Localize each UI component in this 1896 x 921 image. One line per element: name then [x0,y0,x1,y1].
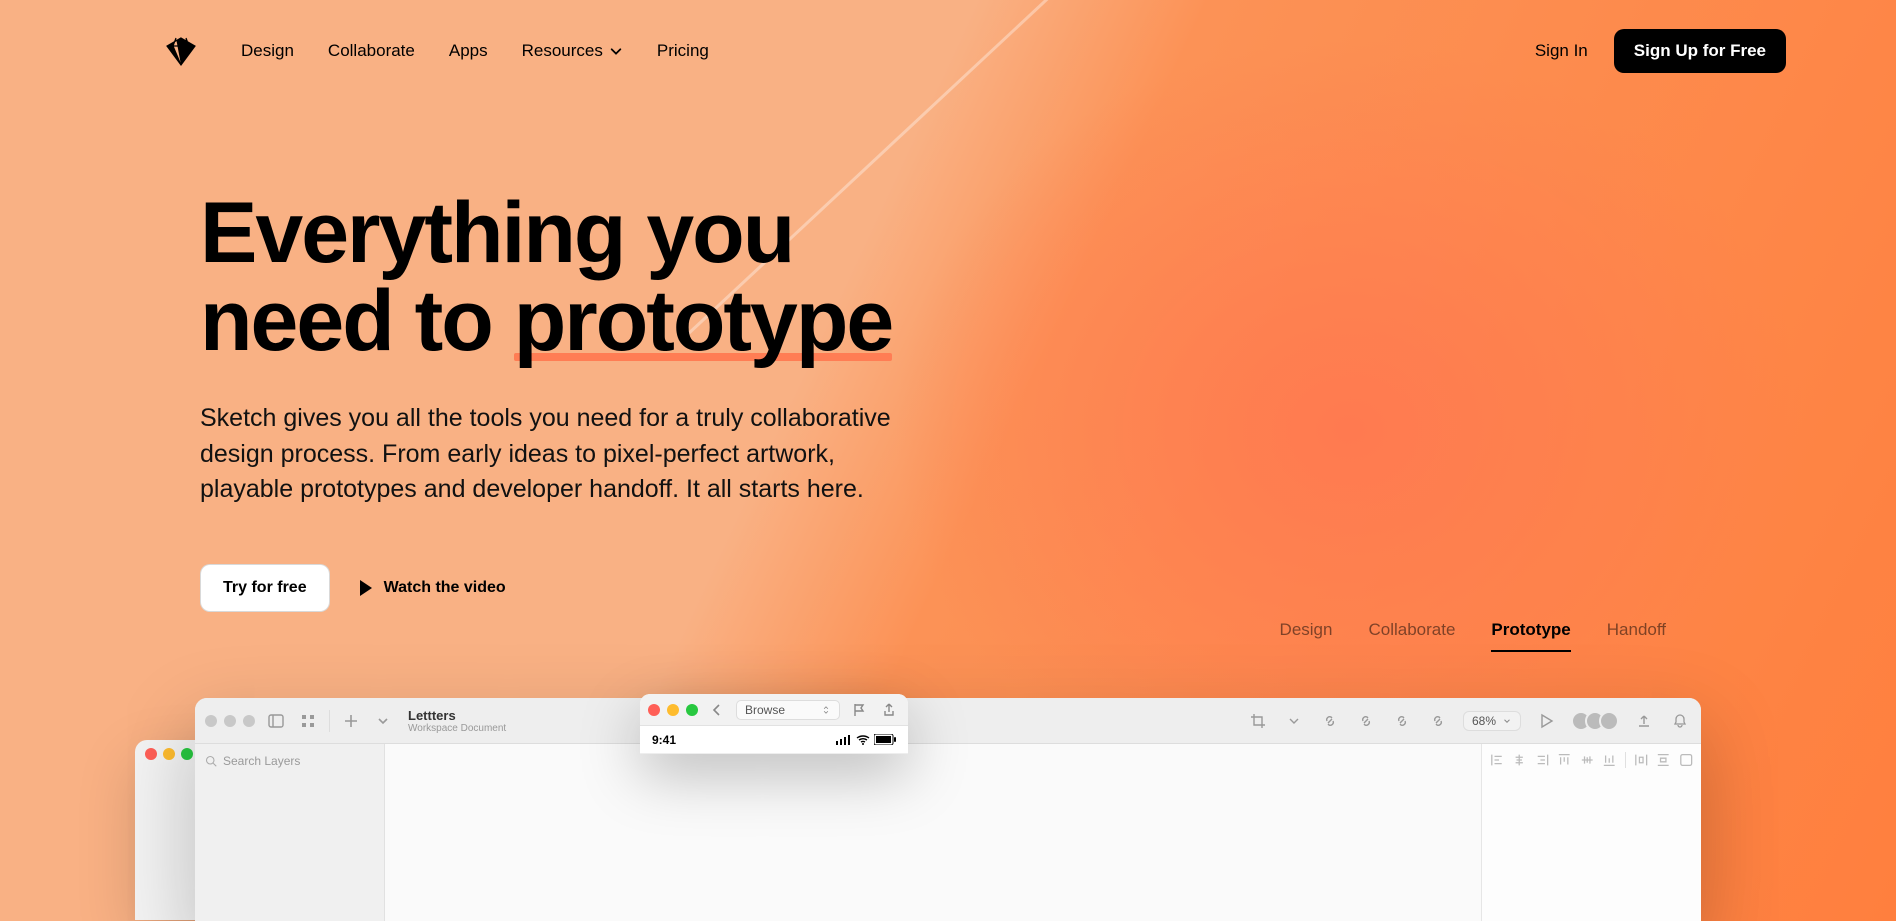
chevron-down-icon[interactable] [372,710,394,732]
doc-name: Lettters [408,708,506,723]
align-center-icon[interactable] [1512,752,1526,768]
sidebar-toggle-icon[interactable] [265,710,287,732]
hero-title: Everything you need to prototype [200,190,1000,365]
search-placeholder: Search Layers [223,754,300,768]
search-layers-input[interactable]: Search Layers [203,750,376,772]
traffic-min-icon [224,715,236,727]
divider [329,710,330,732]
chevron-down-icon[interactable] [1283,710,1305,732]
traffic-close-icon [145,748,157,760]
traffic-lights [205,715,255,727]
battery-icon [874,734,896,745]
signin-link[interactable]: Sign In [1535,41,1588,61]
nav-resources-label: Resources [522,41,603,61]
inspector-sidebar [1481,744,1701,921]
watch-video-label: Watch the video [384,579,506,597]
nav-collaborate[interactable]: Collaborate [328,41,415,61]
phone-status-bar: 9:41 [640,726,908,754]
play-icon[interactable] [1535,710,1557,732]
more-icon[interactable] [1679,752,1693,768]
tab-handoff[interactable]: Handoff [1607,620,1666,652]
chevron-down-icon [1502,716,1512,726]
hero-title-line1: Everything you [200,185,793,281]
signup-button[interactable]: Sign Up for Free [1614,29,1786,73]
top-nav: Design Collaborate Apps Resources Pricin… [0,0,1896,80]
signal-icon [836,735,852,745]
hero: Everything you need to prototype Sketch … [0,80,1000,612]
layers-sidebar: Search Layers [195,744,385,921]
app-toolbar: Lettters Workspace Document 68% [195,698,1701,744]
app-mockup: Lettters Workspace Document 68% [195,698,1701,921]
align-bottom-icon[interactable] [1602,752,1616,768]
hero-title-underline: prototype [514,278,893,366]
nav-resources[interactable]: Resources [522,41,623,61]
wifi-icon [856,735,870,745]
search-icon [205,755,217,767]
updown-icon [821,705,831,715]
traffic-max-icon [243,715,255,727]
play-icon [360,580,372,596]
hero-lead: Sketch gives you all the tools you need … [200,401,920,508]
divider [1625,752,1626,768]
nav-right: Sign In Sign Up for Free [1535,29,1786,73]
watch-video-button[interactable]: Watch the video [360,579,506,597]
align-middle-icon[interactable] [1580,752,1594,768]
doc-subtitle: Workspace Document [408,723,506,734]
browse-label: Browse [745,703,785,717]
phone-preview-window: Browse 9:41 [640,694,908,754]
zoom-select[interactable]: 68% [1463,711,1521,731]
traffic-close-icon [205,715,217,727]
phone-toolbar: Browse [640,694,908,726]
crop-icon[interactable] [1247,710,1269,732]
back-icon[interactable] [706,699,728,721]
avatar [1599,711,1619,731]
nav-pricing[interactable]: Pricing [657,41,709,61]
align-left-icon[interactable] [1490,752,1504,768]
link-icon[interactable] [1427,710,1449,732]
flag-icon[interactable] [848,699,870,721]
nav-links: Design Collaborate Apps Resources Pricin… [241,41,709,61]
toolbar-right: 68% [1247,710,1691,732]
traffic-min-icon [163,748,175,760]
sketch-app-window: Lettters Workspace Document 68% [195,698,1701,921]
upload-icon[interactable] [1633,710,1655,732]
document-title: Lettters Workspace Document [408,708,506,734]
phone-time: 9:41 [652,733,676,747]
diamond-logo-icon[interactable] [165,35,197,67]
tab-prototype[interactable]: Prototype [1491,620,1570,652]
try-for-free-button[interactable]: Try for free [200,564,330,612]
tab-collaborate[interactable]: Collaborate [1368,620,1455,652]
distribute-h-icon[interactable] [1634,752,1648,768]
chevron-down-icon [609,44,623,58]
app-body: Search Layers [195,744,1701,921]
link-icon[interactable] [1355,710,1377,732]
add-icon[interactable] [340,710,362,732]
traffic-max-icon[interactable] [686,704,698,716]
share-icon[interactable] [878,699,900,721]
canvas[interactable] [385,744,1481,921]
feature-tabs: Design Collaborate Prototype Handoff [1280,620,1666,652]
browse-select[interactable]: Browse [736,700,840,720]
link-icon[interactable] [1391,710,1413,732]
grid-icon[interactable] [297,710,319,732]
nav-apps[interactable]: Apps [449,41,488,61]
inspector-align-row [1490,752,1693,768]
traffic-max-icon [181,748,193,760]
align-top-icon[interactable] [1557,752,1571,768]
traffic-close-icon[interactable] [648,704,660,716]
distribute-v-icon[interactable] [1656,752,1670,768]
align-right-icon[interactable] [1535,752,1549,768]
hero-ctas: Try for free Watch the video [200,564,1000,612]
tab-design[interactable]: Design [1280,620,1333,652]
link-icon[interactable] [1319,710,1341,732]
traffic-min-icon[interactable] [667,704,679,716]
nav-design[interactable]: Design [241,41,294,61]
hero-title-line2a: need to [200,273,514,369]
zoom-value: 68% [1472,714,1496,728]
collaborator-avatars[interactable] [1571,711,1619,731]
bell-icon[interactable] [1669,710,1691,732]
